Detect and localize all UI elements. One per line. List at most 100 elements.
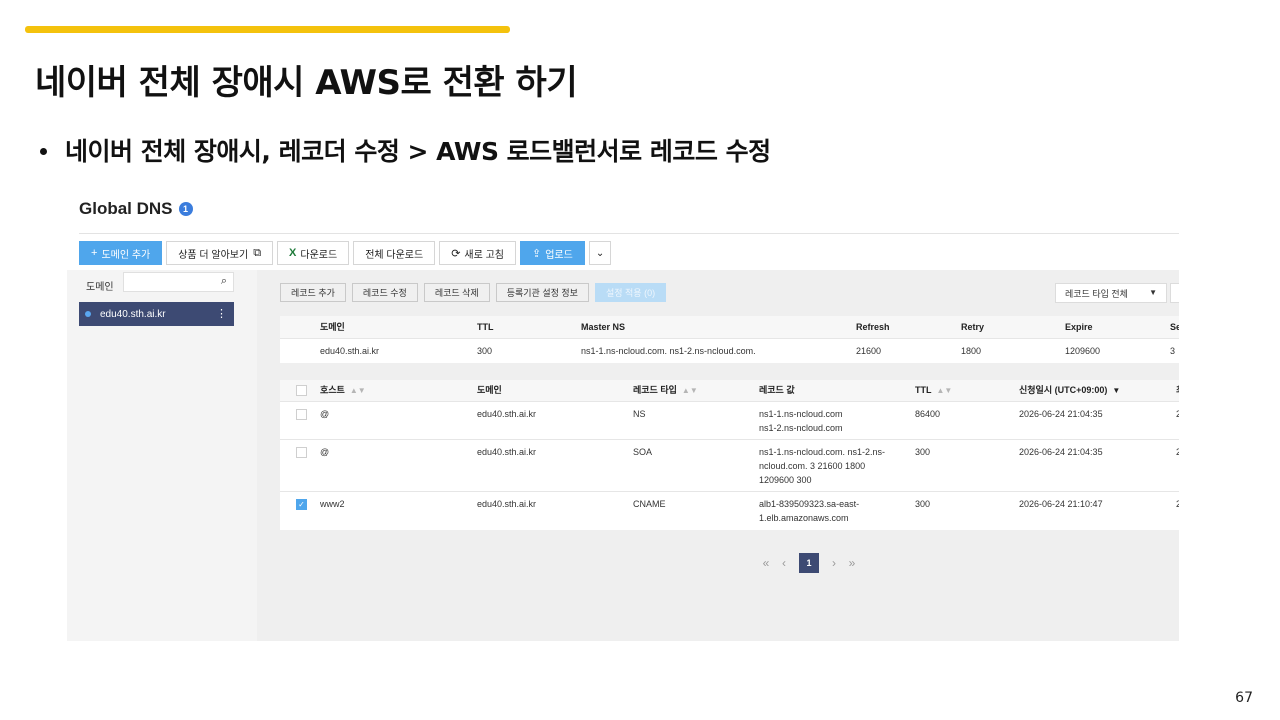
kebab-menu-icon[interactable]: ⋮ bbox=[216, 307, 227, 320]
record-value: 1209600 300 bbox=[759, 475, 812, 485]
column-header: 최 bbox=[1176, 384, 1179, 397]
download-button[interactable]: X 다운로드 bbox=[277, 241, 350, 265]
table-cell: 1800 bbox=[961, 346, 982, 356]
learn-more-label: 상품 더 알아보기 bbox=[178, 249, 249, 261]
record-domain: edu40.sth.ai.kr bbox=[477, 409, 537, 419]
refresh-button[interactable]: ⟳ 새로 고침 bbox=[439, 241, 516, 265]
upload-label: 업로드 bbox=[545, 249, 573, 261]
column-header-created[interactable]: 신청일시 (UTC+09:00) ▼ bbox=[1019, 384, 1120, 397]
sidebar-label: 도메인 bbox=[86, 282, 114, 293]
column-header: TTL bbox=[477, 322, 494, 332]
sort-icon: ▲▼ bbox=[681, 386, 698, 395]
add-record-button[interactable]: 레코드 추가 bbox=[280, 283, 346, 302]
record-last: 2 bbox=[1176, 447, 1179, 457]
download-label: 다운로드 bbox=[300, 249, 338, 261]
first-page-icon[interactable]: « bbox=[759, 556, 773, 570]
last-page-icon[interactable]: » bbox=[845, 556, 859, 570]
column-header: Expire bbox=[1065, 322, 1093, 332]
row-checkbox[interactable] bbox=[296, 447, 307, 458]
apply-settings-button[interactable]: 설정 적용 (0) bbox=[594, 283, 667, 302]
table-row: edu40.sth.ai.kr 300 ns1-1.ns-ncloud.com.… bbox=[280, 339, 1179, 363]
record-created: 2026-06-24 21:04:35 bbox=[1019, 447, 1103, 457]
select-all-checkbox[interactable] bbox=[296, 385, 307, 396]
slide-number: 67 bbox=[1235, 690, 1253, 706]
secondary-select[interactable] bbox=[1170, 283, 1179, 303]
domain-search-input[interactable]: ⌕ bbox=[123, 272, 234, 292]
edit-record-button[interactable]: 레코드 수정 bbox=[351, 283, 418, 302]
table-cell: ns1-1.ns-ncloud.com. ns1-2.ns-ncloud.com… bbox=[581, 346, 756, 356]
records-panel: 레코드 추가 레코드 수정 레코드 삭제 등록기관 설정 정보 설정 적용 (0… bbox=[257, 270, 1179, 641]
more-dropdown-button[interactable]: ⌄ bbox=[588, 241, 612, 265]
status-dot-icon bbox=[85, 311, 91, 317]
page-title: Global DNS 1 bbox=[79, 199, 193, 219]
record-value: ncloud.com. 3 21600 1800 bbox=[759, 461, 866, 471]
column-header: 도메인 bbox=[477, 385, 502, 395]
bullet-dot bbox=[40, 147, 47, 155]
record-value: ns1-2.ns-ncloud.com bbox=[759, 423, 843, 433]
record-domain: edu40.sth.ai.kr bbox=[477, 499, 537, 509]
record-value: alb1-839509323.sa-east- bbox=[759, 499, 860, 509]
record-actions: 레코드 추가 레코드 수정 레코드 삭제 등록기관 설정 정보 설정 적용 (0… bbox=[280, 283, 667, 302]
record-ttl: 300 bbox=[915, 499, 931, 509]
upload-button[interactable]: ⇪ 업로드 bbox=[520, 241, 585, 265]
table-row-selected[interactable]: ✓ www2 edu40.sth.ai.kr CNAME alb1-839509… bbox=[280, 492, 1179, 530]
add-domain-label: 도메인 추가 bbox=[101, 249, 151, 261]
column-header-host[interactable]: 호스트 ▲▼ bbox=[320, 384, 366, 397]
info-badge[interactable]: 1 bbox=[178, 202, 193, 216]
bullet-label: 네이버 전체 장애시, 레코더 수정 > AWS 로드밸런서로 레코드 수정 bbox=[65, 137, 771, 166]
sort-icon: ▲▼ bbox=[349, 386, 366, 395]
row-checkbox[interactable] bbox=[296, 409, 307, 420]
row-checkbox-checked[interactable]: ✓ bbox=[296, 499, 307, 510]
next-page-icon[interactable]: › bbox=[827, 556, 841, 570]
column-header: 레코드 값 bbox=[759, 385, 795, 395]
table-row[interactable]: @ edu40.sth.ai.kr SOA ns1-1.ns-ncloud.co… bbox=[280, 440, 1179, 492]
chevron-down-icon: ⌄ bbox=[595, 247, 605, 259]
table-cell: edu40.sth.ai.kr bbox=[320, 346, 380, 356]
record-value: ns1-1.ns-ncloud.com. ns1-2.ns- bbox=[759, 447, 886, 457]
table-row[interactable]: @ edu40.sth.ai.kr NS ns1-1.ns-ncloud.com… bbox=[280, 402, 1179, 440]
column-header: Refresh bbox=[856, 322, 890, 332]
table-header-row: 도메인 TTL Master NS Refresh Retry Expire S… bbox=[280, 316, 1179, 339]
prev-page-icon[interactable]: ‹ bbox=[777, 556, 791, 570]
refresh-label: 새로 고침 bbox=[464, 249, 504, 261]
current-page-button[interactable]: 1 bbox=[799, 553, 819, 573]
record-host: @ bbox=[320, 447, 330, 457]
sort-desc-icon: ▼ bbox=[1112, 386, 1121, 395]
table-cell: 3 bbox=[1170, 346, 1176, 356]
column-header-label: 신청일시 (UTC+09:00) bbox=[1019, 385, 1108, 395]
sidebar-item-domain[interactable]: edu40.sth.ai.kr ⋮ bbox=[79, 302, 234, 326]
column-header-label: 호스트 bbox=[320, 385, 345, 395]
registrar-info-button[interactable]: 등록기관 설정 정보 bbox=[495, 283, 589, 302]
divider bbox=[79, 233, 1179, 234]
delete-record-button[interactable]: 레코드 삭제 bbox=[423, 283, 490, 302]
domain-sidebar: 도메인 ⌕ edu40.sth.ai.kr ⋮ bbox=[67, 270, 257, 641]
download-all-button[interactable]: 전체 다운로드 bbox=[353, 241, 436, 265]
column-header: Se bbox=[1170, 322, 1179, 332]
external-link-icon: ⧉ bbox=[253, 246, 262, 259]
record-type: CNAME bbox=[633, 499, 666, 509]
domain-summary-table: 도메인 TTL Master NS Refresh Retry Expire S… bbox=[280, 316, 1179, 363]
slide-title: 네이버 전체 장애시 AWS로 전환 하기 bbox=[35, 63, 578, 103]
record-last: 2 bbox=[1176, 499, 1179, 509]
caret-down-icon: ▼ bbox=[1149, 288, 1157, 297]
record-table: 호스트 ▲▼ 도메인 레코드 타입 ▲▼ 레코드 값 TTL ▲▼ 신청일시 (UTC… bbox=[280, 380, 1179, 530]
record-created: 2026-06-24 21:10:47 bbox=[1019, 499, 1103, 509]
record-ttl: 300 bbox=[915, 447, 931, 457]
learn-more-button[interactable]: 상품 더 알아보기 ⧉ bbox=[166, 241, 274, 265]
column-header-label: 레코드 타입 bbox=[633, 385, 677, 395]
sidebar-domain-label: edu40.sth.ai.kr bbox=[100, 308, 166, 320]
column-header: Retry bbox=[961, 322, 985, 332]
record-type-select[interactable]: 레코드 타입 전체 ▼ bbox=[1055, 283, 1167, 303]
column-header-type[interactable]: 레코드 타입 ▲▼ bbox=[633, 384, 698, 397]
page-title-text: Global DNS bbox=[79, 199, 173, 218]
pagination: « ‹ 1 › » bbox=[757, 553, 861, 573]
excel-icon: X bbox=[289, 247, 297, 259]
column-header-ttl[interactable]: TTL ▲▼ bbox=[915, 384, 952, 397]
record-host: www2 bbox=[320, 499, 345, 509]
refresh-icon: ⟳ bbox=[451, 247, 461, 260]
add-domain-button[interactable]: + 도메인 추가 bbox=[79, 241, 163, 265]
table-cell: 21600 bbox=[856, 346, 882, 356]
search-icon[interactable]: ⌕ bbox=[221, 275, 227, 288]
accent-bar bbox=[25, 26, 510, 33]
toolbar: + 도메인 추가 상품 더 알아보기 ⧉ X 다운로드 전체 다운로드 ⟳ 새로 고침 … bbox=[79, 241, 612, 265]
